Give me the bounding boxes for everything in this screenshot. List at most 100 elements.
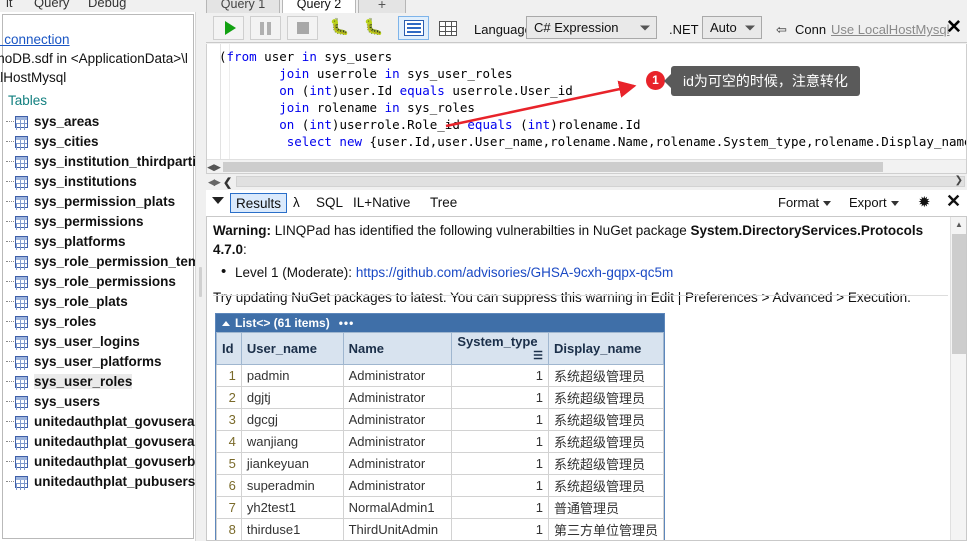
table-item[interactable]: sys_platforms (0, 232, 195, 252)
language-select[interactable]: C# Expression (526, 16, 657, 39)
col-user-name[interactable]: User_name (240, 332, 344, 365)
table-item[interactable]: sys_cities (0, 132, 195, 152)
debug-step-button[interactable]: 🐛 (358, 16, 389, 40)
stop-button[interactable] (287, 16, 318, 40)
col-system-type[interactable]: System_type ☰ (451, 332, 549, 365)
scroll-up-icon[interactable]: ▲ (951, 217, 966, 233)
framework-select[interactable]: Auto (702, 16, 762, 39)
table-item[interactable]: unitedauthplat_pubusers (0, 472, 195, 492)
tree-connector (6, 141, 14, 142)
table-row[interactable]: 8 thirduse1 ThirdUnitAdmin 1 第三方单位管理员 (216, 518, 665, 540)
table-row[interactable]: 3 dgcgj Administrator 1 系统超级管理员 (216, 408, 665, 431)
editor-hscrollbar[interactable]: ◀▶ ◀ (207, 159, 966, 173)
connection-localhostmysql[interactable]: calHostMysql (0, 70, 66, 85)
query-toolbar: 🐛 🐛 Language C# Expression .NET Auto ⇦ C… (206, 13, 967, 43)
run-button[interactable] (213, 16, 244, 40)
hscroll-thumb[interactable] (223, 162, 883, 172)
add-connection-link[interactable]: ld connection (0, 32, 70, 47)
col-id[interactable]: Id (216, 332, 242, 365)
table-cell: 系统超级管理员 (547, 430, 665, 453)
vertical-splitter[interactable] (196, 12, 206, 541)
tab-il-native[interactable]: IL+Native (348, 193, 415, 213)
table-row[interactable]: 4 wanjiang Administrator 1 系统超级管理员 (216, 430, 665, 453)
tables-group-label[interactable]: Tables (8, 93, 47, 108)
table-item[interactable]: sys_user_roles (0, 372, 195, 392)
menu-item-query[interactable]: Query (34, 0, 69, 10)
table-cell: ThirdUnitAdmin (342, 518, 453, 540)
table-item[interactable]: sys_role_permissions (0, 272, 195, 292)
table-item[interactable]: sys_institution_thirdparties (0, 152, 195, 172)
chevron-down-icon (745, 25, 755, 30)
results-collapse-icon[interactable] (212, 197, 224, 204)
close-icon[interactable]: ✕ (946, 18, 962, 37)
menu-item-edit[interactable]: it (6, 0, 13, 10)
vscroll-thumb[interactable] (952, 234, 966, 354)
table-item[interactable]: sys_users (0, 392, 195, 412)
editor-code[interactable]: (from user in sys_users join userrole in… (219, 48, 966, 150)
table-item[interactable]: sys_permissions (0, 212, 195, 232)
expand-layout-icon[interactable]: ✹ (918, 193, 931, 211)
code-token: sys_user_roles (399, 66, 513, 81)
table-row[interactable]: 2 dgjtj Administrator 1 系统超级管理员 (216, 386, 665, 409)
code-token: )userrole.Role_id (331, 117, 468, 132)
data-grid-button[interactable] (432, 16, 463, 40)
tab-new-query[interactable]: + (358, 0, 406, 13)
table-row[interactable]: 5 jiankeyuan Administrator 1 系统超级管理员 (216, 452, 665, 475)
tab-sql[interactable]: SQL (311, 193, 348, 213)
table-item[interactable]: unitedauthplat_govuserauth (0, 432, 195, 452)
pause-button[interactable] (250, 16, 281, 40)
splitter-prev-icon[interactable]: ❮ (223, 176, 232, 189)
close-results-icon[interactable]: ✕ (946, 191, 961, 212)
table-item[interactable]: sys_user_logins (0, 332, 195, 352)
table-row[interactable]: 7 yh2test1 NormalAdmin1 1 普通管理员 (216, 496, 665, 519)
results-panel: Warning: LINQPad has identified the foll… (206, 216, 967, 541)
table-icon (15, 136, 28, 148)
code-editor[interactable]: (from user in sys_users join userrole in… (206, 44, 967, 174)
tab-lambda[interactable]: λ (288, 193, 305, 213)
export-menu[interactable]: Export (849, 195, 899, 210)
table-cell: 1 (451, 496, 549, 519)
table-item[interactable]: unitedauthplat_govuserbaks (0, 452, 195, 472)
editor-results-splitter[interactable]: ◀▶ ❮ ❯ (206, 175, 967, 189)
tab-tree[interactable]: Tree (425, 193, 462, 213)
tree-connector (6, 121, 14, 122)
format-menu[interactable]: Format (778, 195, 832, 210)
table-name: sys_cities (34, 134, 99, 149)
table-item[interactable]: sys_institutions (0, 172, 195, 192)
results-vscrollbar[interactable]: ▲ (950, 217, 966, 540)
table-cell: 1 (451, 364, 549, 387)
tab-query-2[interactable]: Query 2 (282, 0, 356, 13)
connection-arrow-icon: ⇦ (776, 22, 787, 37)
connection-demo-db[interactable]: emoDB.sdf in <ApplicationData>\l (0, 51, 188, 66)
table-item[interactable]: sys_permission_plats (0, 192, 195, 212)
tab-results[interactable]: Results (230, 193, 288, 213)
results-view-button[interactable] (398, 16, 429, 40)
table-item[interactable]: sys_areas (0, 112, 195, 132)
splitter-bar[interactable] (236, 176, 965, 187)
col-name[interactable]: Name (342, 332, 453, 365)
advisory-link[interactable]: https://github.com/advisories/GHSA-9cxh-… (356, 265, 673, 280)
splitter-next-icon[interactable]: ❯ (955, 175, 963, 186)
table-item[interactable]: unitedauthplat_govuserauth (0, 412, 195, 432)
dump-title-bar[interactable]: List<> (61 items) ••• (216, 314, 664, 332)
col-display-name[interactable]: Display_name (547, 332, 665, 365)
splitter-arrows-icon[interactable]: ◀▶ (208, 177, 221, 187)
table-row[interactable]: 1 padmin Administrator 1 系统超级管理员 (216, 364, 665, 387)
column-menu-icon[interactable]: ☰ (533, 349, 543, 363)
code-token: int (309, 83, 332, 98)
connection-link[interactable]: Use LocalHostMysql (831, 22, 950, 37)
table-name: sys_permissions (34, 214, 144, 229)
collapse-triangle-icon[interactable] (222, 321, 230, 327)
menu-item-debug[interactable]: Debug (88, 0, 126, 10)
dump-menu-dots[interactable]: ••• (339, 316, 355, 330)
tab-query-1[interactable]: Query 1 (206, 0, 280, 13)
table-item[interactable]: sys_role_permission_templat (0, 252, 195, 272)
table-item[interactable]: sys_roles (0, 312, 195, 332)
table-cell: 1 (451, 386, 549, 409)
debug-button[interactable]: 🐛 (324, 16, 355, 40)
table-item[interactable]: sys_user_platforms (0, 352, 195, 372)
code-token: in (384, 100, 400, 115)
table-row[interactable]: 6 superadmin Administrator 1 系统超级管理员 (216, 474, 665, 497)
table-item[interactable]: sys_role_plats (0, 292, 195, 312)
scroll-left-icon[interactable]: ◀▶ (207, 160, 221, 173)
